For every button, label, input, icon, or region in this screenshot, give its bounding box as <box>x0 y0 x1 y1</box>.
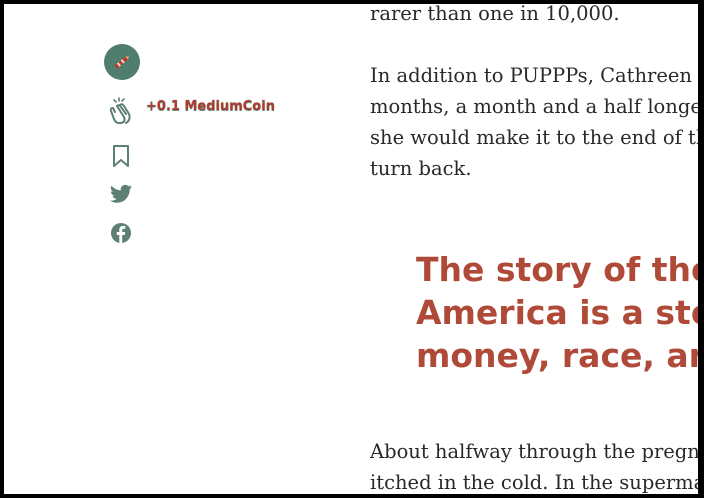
text-line: months, a month and a half longer th <box>370 95 698 118</box>
text-line: she would make it to the end of the d <box>370 126 698 149</box>
text-line: In addition to PUPPPs, Cathreen had <box>370 64 698 87</box>
article-body: rarer than one in 10,000. In addition to… <box>370 4 698 494</box>
article-paragraph: In addition to PUPPPs, Cathreen had mont… <box>370 60 698 184</box>
article-paragraph: rarer than one in 10,000. <box>370 4 698 29</box>
quote-line: The story of the <box>416 250 698 289</box>
quote-line: America is a sto <box>416 293 698 332</box>
author-badge[interactable] <box>104 44 140 80</box>
mediumcoin-reward: +0.1 MediumCoin <box>146 99 275 114</box>
article-paragraph: About halfway through the pregnanc itche… <box>370 436 698 494</box>
pencil-icon <box>114 56 129 69</box>
facebook-icon[interactable] <box>109 221 133 245</box>
pull-quote: The story of the America is a sto money,… <box>416 248 698 377</box>
quote-line: money, race, and <box>416 336 698 375</box>
bookmark-icon[interactable] <box>110 144 132 168</box>
text-line: itched in the cold. In the supermarke <box>370 471 698 494</box>
text-line: About halfway through the pregnanc <box>370 440 698 463</box>
text-line: turn back. <box>370 157 472 180</box>
text-line: rarer than one in 10,000. <box>370 4 620 25</box>
page-frame: +0.1 MediumCoin rarer than one in 10,000… <box>4 4 698 494</box>
clap-icon[interactable] <box>107 97 137 127</box>
action-rail: +0.1 MediumCoin <box>104 44 304 264</box>
twitter-icon[interactable] <box>108 182 134 206</box>
